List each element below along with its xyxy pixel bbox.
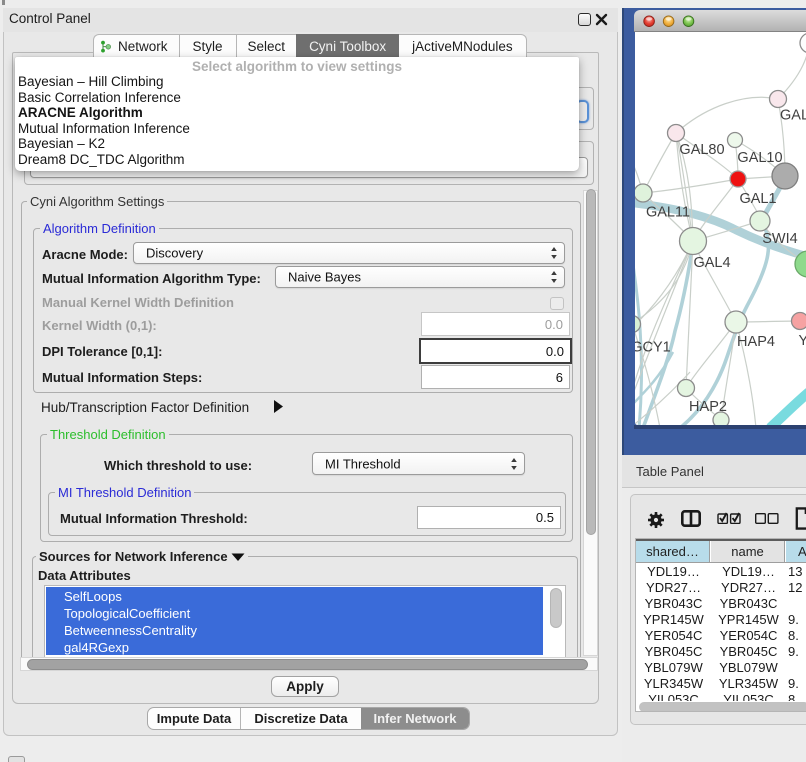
svg-text:GAL: GAL <box>780 108 806 124</box>
svg-text:GAL80: GAL80 <box>679 142 724 158</box>
svg-text:HAP2: HAP2 <box>689 399 727 415</box>
svg-text:GAL4: GAL4 <box>693 255 730 271</box>
svg-text:GAL10: GAL10 <box>737 150 782 166</box>
svg-text:Y: Y <box>799 333 806 349</box>
svg-text:SWI4: SWI4 <box>762 231 797 247</box>
svg-text:GAL1: GAL1 <box>739 191 776 207</box>
svg-text:HAP4: HAP4 <box>737 334 775 350</box>
svg-text:GAL11: GAL11 <box>646 205 690 221</box>
svg-text:GCY1: GCY1 <box>635 340 671 356</box>
